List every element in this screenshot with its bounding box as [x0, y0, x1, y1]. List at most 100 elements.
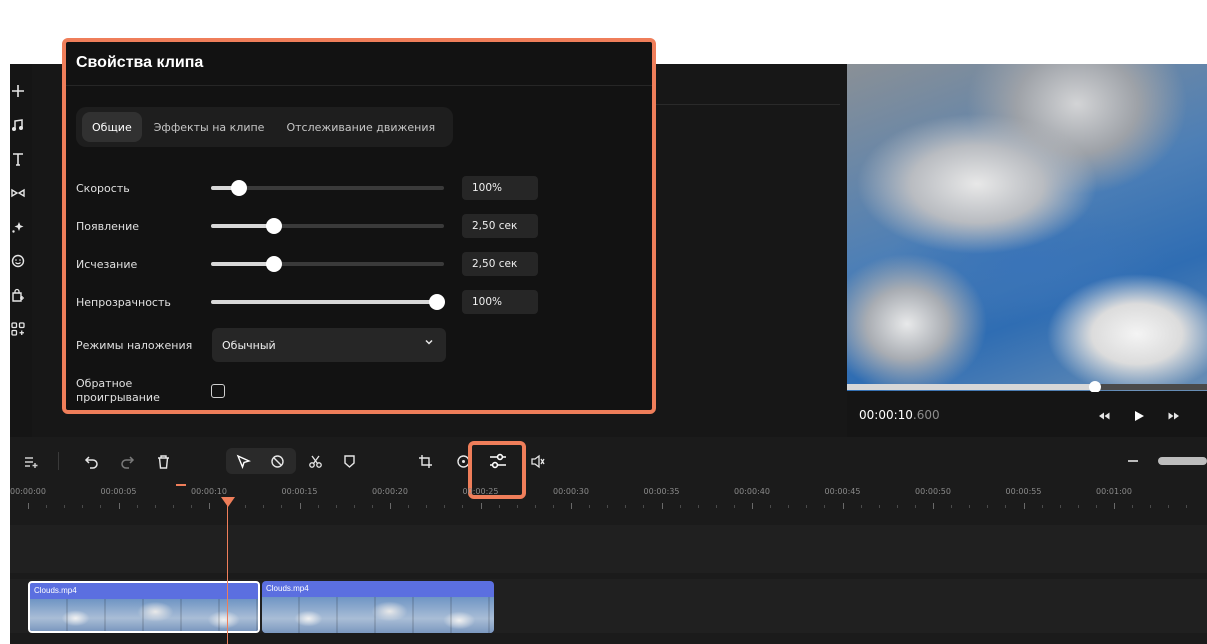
play-button[interactable]: [1132, 408, 1146, 422]
ruler-minor-tick: [679, 505, 681, 508]
zoom-out-button[interactable]: [1128, 460, 1138, 462]
fade-out-slider[interactable]: [211, 256, 444, 272]
blend-mode-select[interactable]: Обычный: [212, 328, 446, 362]
blend-mode-value: Обычный: [222, 338, 276, 352]
rewind-icon: [1099, 412, 1110, 420]
ruler-minor-tick: [190, 505, 192, 508]
video-editor-window: Свойства клипа Общие Эффекты на клипе От…: [10, 12, 1207, 644]
sticker-icon: [11, 254, 25, 268]
text-icon: [13, 153, 23, 166]
ruler-minor-tick: [589, 505, 591, 508]
timeline-ruler[interactable]: 00:00:00 00:00:05 00:00:10 00:00:15 00:00:20…: [10, 483, 1207, 515]
slider-fill: [211, 224, 274, 228]
ruler-tick: [842, 503, 844, 509]
crop-button[interactable]: [416, 452, 434, 470]
ruler-label: 00:00:30: [553, 487, 589, 496]
tab-clip-effects[interactable]: Эффекты на клипе: [144, 112, 275, 142]
text-button[interactable]: [10, 142, 32, 176]
timeline-panel: 00:00:00 00:00:05 00:00:10 00:00:15 00:00:20…: [10, 437, 1207, 644]
blade-tool-button[interactable]: [268, 452, 286, 470]
store-button[interactable]: [10, 278, 32, 312]
effects-button[interactable]: [10, 210, 32, 244]
fade-in-value-field[interactable]: 2,50 сек: [462, 214, 538, 238]
timecode: 00:00:10.600: [859, 408, 940, 422]
play-icon: [1135, 411, 1144, 421]
undo-icon: [84, 455, 98, 469]
shield-icon: [343, 454, 355, 468]
speed-value-field[interactable]: 100%: [462, 176, 538, 200]
tab-motion-tracking[interactable]: Отслеживание движения: [276, 112, 445, 142]
reverse-checkbox[interactable]: [211, 384, 225, 398]
music-button[interactable]: [10, 108, 32, 142]
ruler-minor-tick: [914, 505, 916, 508]
left-toolbar: [10, 74, 32, 346]
panel-divider: [650, 104, 840, 105]
marker-button[interactable]: [340, 452, 358, 470]
slider-knob[interactable]: [429, 294, 445, 310]
video-preview: [847, 64, 1207, 391]
ruler-minor-tick: [1150, 505, 1152, 508]
playhead[interactable]: [227, 497, 228, 644]
no-sound-button[interactable]: [528, 452, 546, 470]
fade-in-slider[interactable]: [211, 218, 444, 234]
ruler-minor-tick: [788, 505, 790, 508]
ruler-minor-tick: [697, 505, 699, 508]
ruler-minor-tick: [353, 505, 355, 508]
delete-button[interactable]: [154, 452, 172, 470]
slider-fill: [211, 300, 437, 304]
preview-progress-bar[interactable]: [847, 381, 1207, 393]
redo-button[interactable]: [118, 452, 136, 470]
zoom-slider[interactable]: [1158, 457, 1207, 465]
clip-1[interactable]: Clouds.mp4: [28, 581, 260, 633]
slider-knob[interactable]: [265, 218, 282, 234]
fast-forward-button[interactable]: [1167, 408, 1181, 422]
ruler-minor-tick: [1059, 505, 1061, 508]
marker-indicator: [176, 484, 186, 486]
timeline-toolbar: [10, 437, 1207, 499]
select-tool-button[interactable]: [234, 452, 252, 470]
fade-out-label: Исчезание: [76, 257, 138, 271]
clip-thumbnails: [30, 599, 258, 631]
ruler-label: 00:00:15: [281, 487, 318, 496]
ruler-label: 00:00:40: [734, 487, 770, 496]
cut-button[interactable]: [306, 452, 324, 470]
opacity-value-field[interactable]: 100%: [462, 290, 538, 314]
add-track-button[interactable]: [22, 452, 40, 470]
ruler-minor-tick: [1005, 505, 1007, 508]
ruler-minor-tick: [64, 505, 66, 508]
ruler-minor-tick: [625, 505, 627, 508]
ruler-minor-tick: [100, 505, 102, 508]
reverse-label: Обратное проигрывание: [76, 377, 160, 404]
transitions-button[interactable]: [10, 176, 32, 210]
fade-out-value-field[interactable]: 2,50 сек: [462, 252, 538, 276]
ruler-minor-tick: [462, 505, 464, 508]
add-media-button[interactable]: [10, 74, 32, 108]
title-divider: [66, 85, 652, 86]
ruler-tick: [480, 503, 482, 509]
ruler-minor-tick: [263, 505, 265, 508]
slider-knob[interactable]: [230, 180, 247, 196]
ruler-minor-tick: [516, 505, 518, 508]
clip-2[interactable]: Clouds.mp4: [262, 581, 494, 633]
ruler-tick: [571, 503, 572, 509]
ruler-minor-tick: [408, 505, 410, 508]
clip-properties-panel: Свойства клипа Общие Эффекты на клипе От…: [62, 38, 656, 414]
opacity-slider[interactable]: [211, 294, 445, 310]
rewind-button[interactable]: [1097, 408, 1111, 422]
ruler-tick: [1023, 503, 1025, 509]
add-track-icon: [24, 456, 37, 468]
ban-icon: [270, 454, 284, 468]
ruler-minor-tick: [824, 505, 826, 508]
stickers-button[interactable]: [10, 244, 32, 278]
ruler-label: 00:00:25: [462, 487, 499, 496]
tab-general[interactable]: Общие: [82, 112, 142, 142]
speed-slider[interactable]: [211, 180, 444, 196]
undo-button[interactable]: [82, 452, 100, 470]
playhead-handle[interactable]: [221, 497, 235, 507]
ruler-minor-tick: [371, 505, 373, 508]
fade-in-row: Появление 2,50 сек: [76, 214, 546, 238]
slider-knob[interactable]: [265, 256, 282, 272]
cursor-icon: [236, 454, 251, 469]
ruler-minor-tick: [136, 505, 138, 508]
more-apps-button[interactable]: [10, 312, 32, 346]
